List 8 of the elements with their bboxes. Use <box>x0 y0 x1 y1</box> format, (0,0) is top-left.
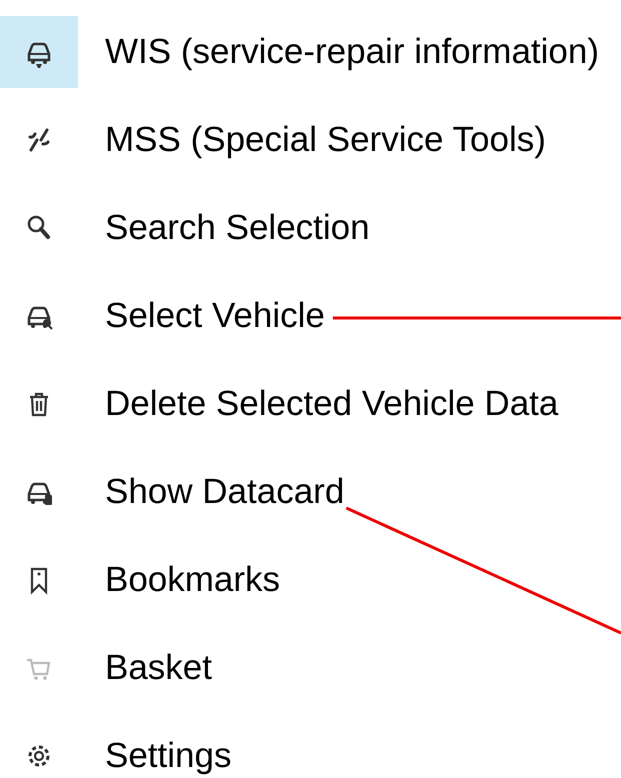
menu-item[interactable]: WIS (service-repair information) <box>105 32 599 72</box>
menu-item[interactable]: Show Datacard <box>105 472 344 512</box>
menu-item[interactable]: MSS (Special Service Tools) <box>105 120 546 160</box>
menu-item[interactable]: Search Selection <box>105 208 370 248</box>
menu-item[interactable]: Delete Selected Vehicle Data <box>105 384 558 424</box>
menu-item[interactable]: Bookmarks <box>105 560 280 600</box>
menu-item[interactable]: Select Vehicle <box>105 296 325 336</box>
menu-item[interactable]: Settings <box>105 736 232 776</box>
